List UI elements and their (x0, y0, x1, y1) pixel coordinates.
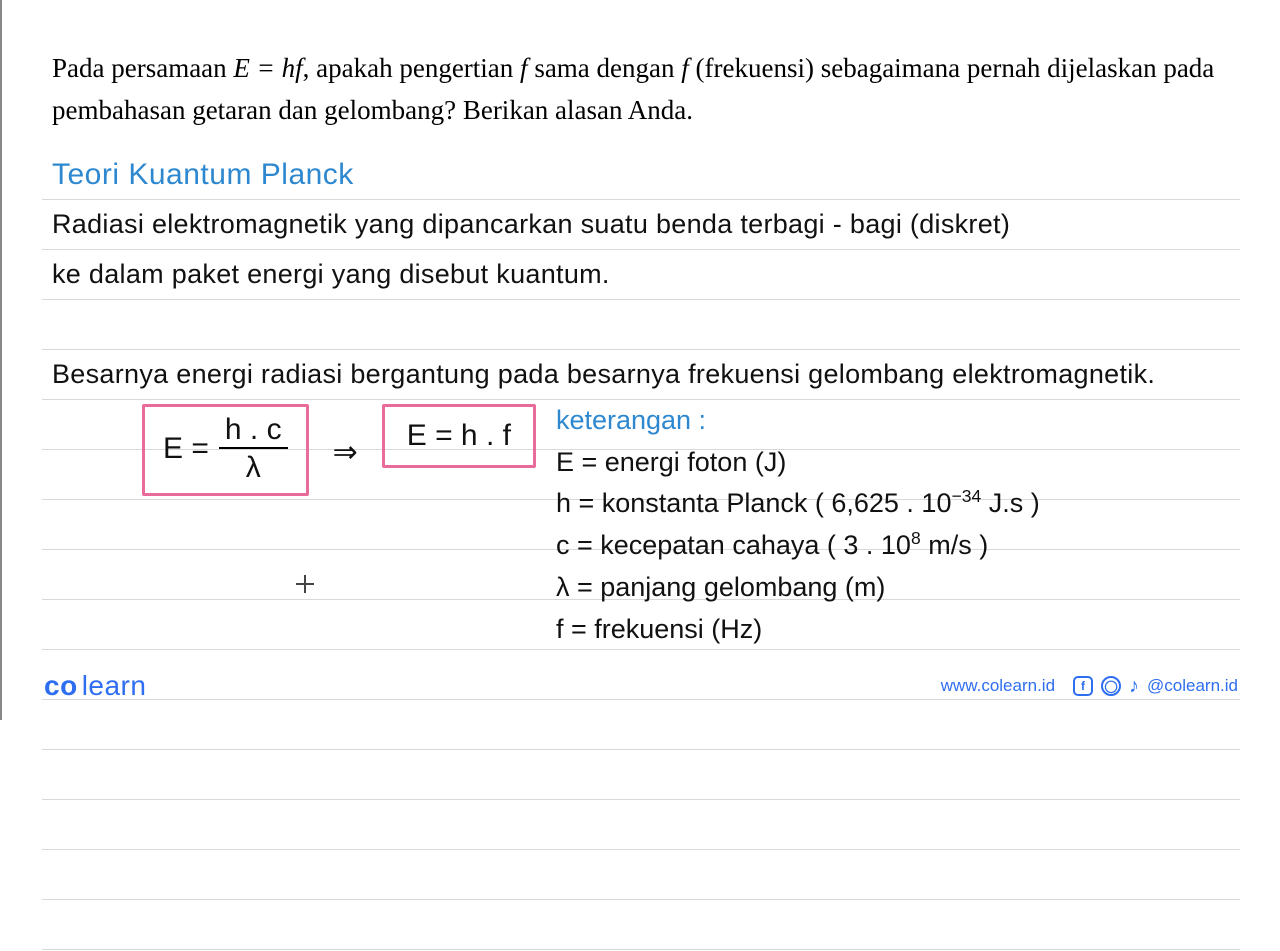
notes-line-1: Radiasi elektromagnetik yang dipancarkan… (52, 200, 1230, 250)
legend-h-exp: −34 (951, 486, 981, 506)
legend-h-pre: h = konstanta Planck ( 6,625 . 10 (556, 488, 952, 518)
instagram-icon[interactable]: ◯ (1101, 676, 1121, 696)
q-prefix: Pada persamaan (52, 53, 233, 83)
formula1-lhs: E = (163, 434, 209, 464)
logo-part-1: co (44, 670, 78, 701)
legend-heading: keterangan : (556, 400, 1040, 442)
legend-c-pre: c = kecepatan cahaya ( 3 . 10 (556, 530, 911, 560)
footer-url: www.colearn.id (941, 676, 1055, 696)
tiktok-icon[interactable]: ♪ (1129, 675, 1139, 698)
formula-box-1: E = h . c λ (142, 404, 309, 496)
formula1-denominator: λ (246, 449, 261, 483)
logo-part-2: learn (82, 670, 147, 701)
legend-f: f = frekuensi (Hz) (556, 609, 1040, 651)
q-mid2: sama dengan (528, 53, 682, 83)
q-mid1: , apakah pengertian (303, 53, 520, 83)
formula-box-2: E = h . f (382, 404, 536, 468)
facebook-icon[interactable]: f (1073, 676, 1093, 696)
implies-arrow: ⇒ (333, 429, 358, 470)
social-links: f ◯ ♪ @colearn.id (1073, 675, 1238, 698)
legend-c-exp: 8 (911, 528, 921, 548)
legend-c: c = kecepatan cahaya ( 3 . 108 m/s ) (556, 525, 1040, 567)
legend-c-post: m/s ) (921, 530, 989, 560)
question-text: Pada persamaan E = hf, apakah pengertian… (52, 48, 1230, 132)
notes-line-3: Besarnya energi radiasi bergantung pada … (52, 350, 1230, 400)
legend-h-post: J.s ) (981, 488, 1040, 518)
blank-line (52, 300, 1230, 350)
legend: keterangan : E = energi foton (J) h = ko… (556, 400, 1040, 651)
brand-logo: colearn (44, 670, 146, 702)
legend-h: h = konstanta Planck ( 6,625 . 10−34 J.s… (556, 483, 1040, 525)
cursor-crosshair-icon (296, 575, 316, 595)
notes-title: Teori Kuantum Planck (52, 150, 1230, 200)
formula-row: E = h . c λ ⇒ E = h . f (52, 404, 536, 496)
notes-line-2: ke dalam paket energi yang disebut kuant… (52, 250, 1230, 300)
q-f2: f (681, 53, 689, 83)
q-f1: f (520, 53, 528, 83)
social-handle: @colearn.id (1147, 676, 1238, 696)
legend-lambda: λ = panjang gelombang (m) (556, 567, 1040, 609)
footer: colearn www.colearn.id f ◯ ♪ @colearn.id (2, 670, 1280, 702)
formula1-numerator: h . c (219, 415, 288, 449)
q-eq: E = hf (233, 53, 302, 83)
formula1-fraction: h . c λ (219, 415, 288, 483)
legend-E: E = energi foton (J) (556, 442, 1040, 484)
